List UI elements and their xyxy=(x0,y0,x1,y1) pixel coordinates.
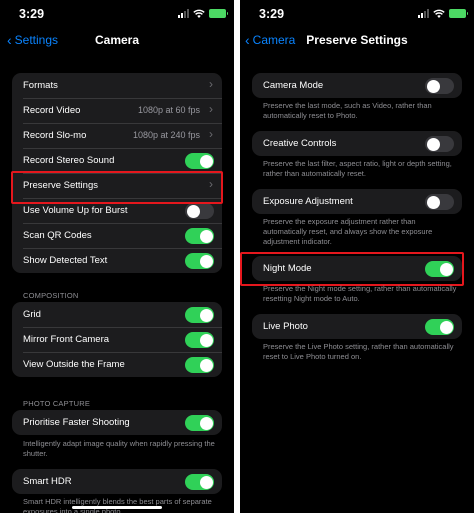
smart-hdr-group: Smart HDR xyxy=(12,469,222,494)
faster-shooting-footer: Intelligently adapt image quality when r… xyxy=(23,439,215,458)
volume-burst-label: Use Volume Up for Burst xyxy=(23,205,128,216)
live-photo-row: Live Photo xyxy=(252,314,462,339)
battery-charging-icon xyxy=(449,9,468,18)
night-mode-label: Night Mode xyxy=(263,263,312,274)
volume-burst-toggle[interactable] xyxy=(185,203,214,219)
wifi-icon xyxy=(193,9,205,18)
composition-header: COMPOSITION xyxy=(23,291,79,300)
camera-mode-footer: Preserve the last mode, such as Video, r… xyxy=(263,101,432,120)
night-mode-toggle[interactable] xyxy=(425,261,454,277)
status-time: 3:29 xyxy=(259,7,285,21)
record-slomo-row[interactable]: Record Slo-mo 1080p at 240 fps › xyxy=(12,123,222,148)
status-bar: 3:29 xyxy=(0,6,234,22)
scan-qr-toggle[interactable] xyxy=(185,228,214,244)
smart-hdr-row: Smart HDR xyxy=(12,469,222,494)
detected-text-label: Show Detected Text xyxy=(23,255,108,266)
camera-options-group: Formats › Record Video 1080p at 60 fps ›… xyxy=(12,73,222,273)
home-indicator xyxy=(72,506,162,509)
camera-mode-group: Camera Mode xyxy=(252,73,462,98)
grid-label: Grid xyxy=(23,309,41,320)
detected-text-toggle[interactable] xyxy=(185,253,214,269)
smart-hdr-footer: Smart HDR intelligently blends the best … xyxy=(23,497,212,513)
grid-toggle[interactable] xyxy=(185,307,214,323)
exposure-footer: Preserve the exposure adjustment rather … xyxy=(263,217,433,246)
camera-mode-row: Camera Mode xyxy=(252,73,462,98)
preserve-settings-row[interactable]: Preserve Settings › xyxy=(12,173,222,198)
status-bar: 3:29 xyxy=(240,6,474,22)
record-video-value: 1080p at 60 fps xyxy=(137,105,200,115)
wifi-icon xyxy=(433,9,445,18)
mirror-front-row: Mirror Front Camera xyxy=(12,327,222,352)
mirror-front-label: Mirror Front Camera xyxy=(23,334,110,345)
preserve-settings-label: Preserve Settings xyxy=(23,180,98,191)
chevron-right-icon: › xyxy=(209,127,213,141)
record-stereo-row: Record Stereo Sound xyxy=(12,148,222,173)
preserve-settings-screen: 3:29 ‹ Camera Preserve Settings Camera M… xyxy=(240,0,474,513)
status-icons xyxy=(418,9,468,18)
formats-label: Formats xyxy=(23,80,58,91)
live-photo-footer: Preserve the Live Photo setting, rather … xyxy=(263,342,454,361)
camera-mode-label: Camera Mode xyxy=(263,80,324,91)
navigation-bar: ‹ Camera Preserve Settings xyxy=(240,32,474,50)
record-slomo-value: 1080p at 240 fps xyxy=(132,130,200,140)
view-outside-toggle[interactable] xyxy=(185,357,214,373)
record-video-label: Record Video xyxy=(23,105,81,116)
faster-shooting-row: Prioritise Faster Shooting xyxy=(12,410,222,435)
creative-controls-group: Creative Controls xyxy=(252,131,462,156)
smart-hdr-toggle[interactable] xyxy=(185,474,214,490)
camera-mode-toggle[interactable] xyxy=(425,78,454,94)
chevron-right-icon: › xyxy=(209,77,213,91)
exposure-group: Exposure Adjustment xyxy=(252,189,462,214)
view-outside-row: View Outside the Frame xyxy=(12,352,222,377)
camera-settings-screen: 3:29 ‹ Settings Camera Formats › Record … xyxy=(0,0,234,513)
photo-capture-group: Prioritise Faster Shooting xyxy=(12,410,222,435)
live-photo-group: Live Photo xyxy=(252,314,462,339)
status-icons xyxy=(178,9,228,18)
night-mode-group: Night Mode xyxy=(252,256,462,281)
navigation-bar: ‹ Settings Camera xyxy=(0,32,234,50)
night-mode-row: Night Mode xyxy=(252,256,462,281)
record-slomo-label: Record Slo-mo xyxy=(23,130,87,141)
creative-controls-footer: Preserve the last filter, aspect ratio, … xyxy=(263,159,452,178)
mirror-front-toggle[interactable] xyxy=(185,332,214,348)
volume-burst-row: Use Volume Up for Burst xyxy=(12,198,222,223)
chevron-right-icon: › xyxy=(209,102,213,116)
exposure-toggle[interactable] xyxy=(425,194,454,210)
exposure-label: Exposure Adjustment xyxy=(263,196,353,207)
view-outside-label: View Outside the Frame xyxy=(23,359,125,370)
formats-row[interactable]: Formats › xyxy=(12,73,222,98)
smart-hdr-label: Smart HDR xyxy=(23,476,72,487)
photo-capture-header: PHOTO CAPTURE xyxy=(23,399,91,408)
composition-group: Grid Mirror Front Camera View Outside th… xyxy=(12,302,222,377)
scan-qr-label: Scan QR Codes xyxy=(23,230,92,241)
night-mode-footer: Preserve the Night mode setting, rather … xyxy=(263,284,457,303)
creative-controls-row: Creative Controls xyxy=(252,131,462,156)
page-title: Preserve Settings xyxy=(306,33,408,47)
record-stereo-toggle[interactable] xyxy=(185,153,214,169)
creative-controls-toggle[interactable] xyxy=(425,136,454,152)
detected-text-row: Show Detected Text xyxy=(12,248,222,273)
battery-charging-icon xyxy=(209,9,228,18)
chevron-right-icon: › xyxy=(209,177,213,191)
creative-controls-label: Creative Controls xyxy=(263,138,337,149)
status-time: 3:29 xyxy=(19,7,45,21)
grid-row: Grid xyxy=(12,302,222,327)
record-video-row[interactable]: Record Video 1080p at 60 fps › xyxy=(12,98,222,123)
live-photo-toggle[interactable] xyxy=(425,319,454,335)
cellular-signal-icon xyxy=(178,9,189,18)
faster-shooting-label: Prioritise Faster Shooting xyxy=(23,417,130,428)
record-stereo-label: Record Stereo Sound xyxy=(23,155,115,166)
live-photo-label: Live Photo xyxy=(263,321,308,332)
exposure-row: Exposure Adjustment xyxy=(252,189,462,214)
faster-shooting-toggle[interactable] xyxy=(185,415,214,431)
cellular-signal-icon xyxy=(418,9,429,18)
page-title: Camera xyxy=(94,33,140,47)
scan-qr-row: Scan QR Codes xyxy=(12,223,222,248)
